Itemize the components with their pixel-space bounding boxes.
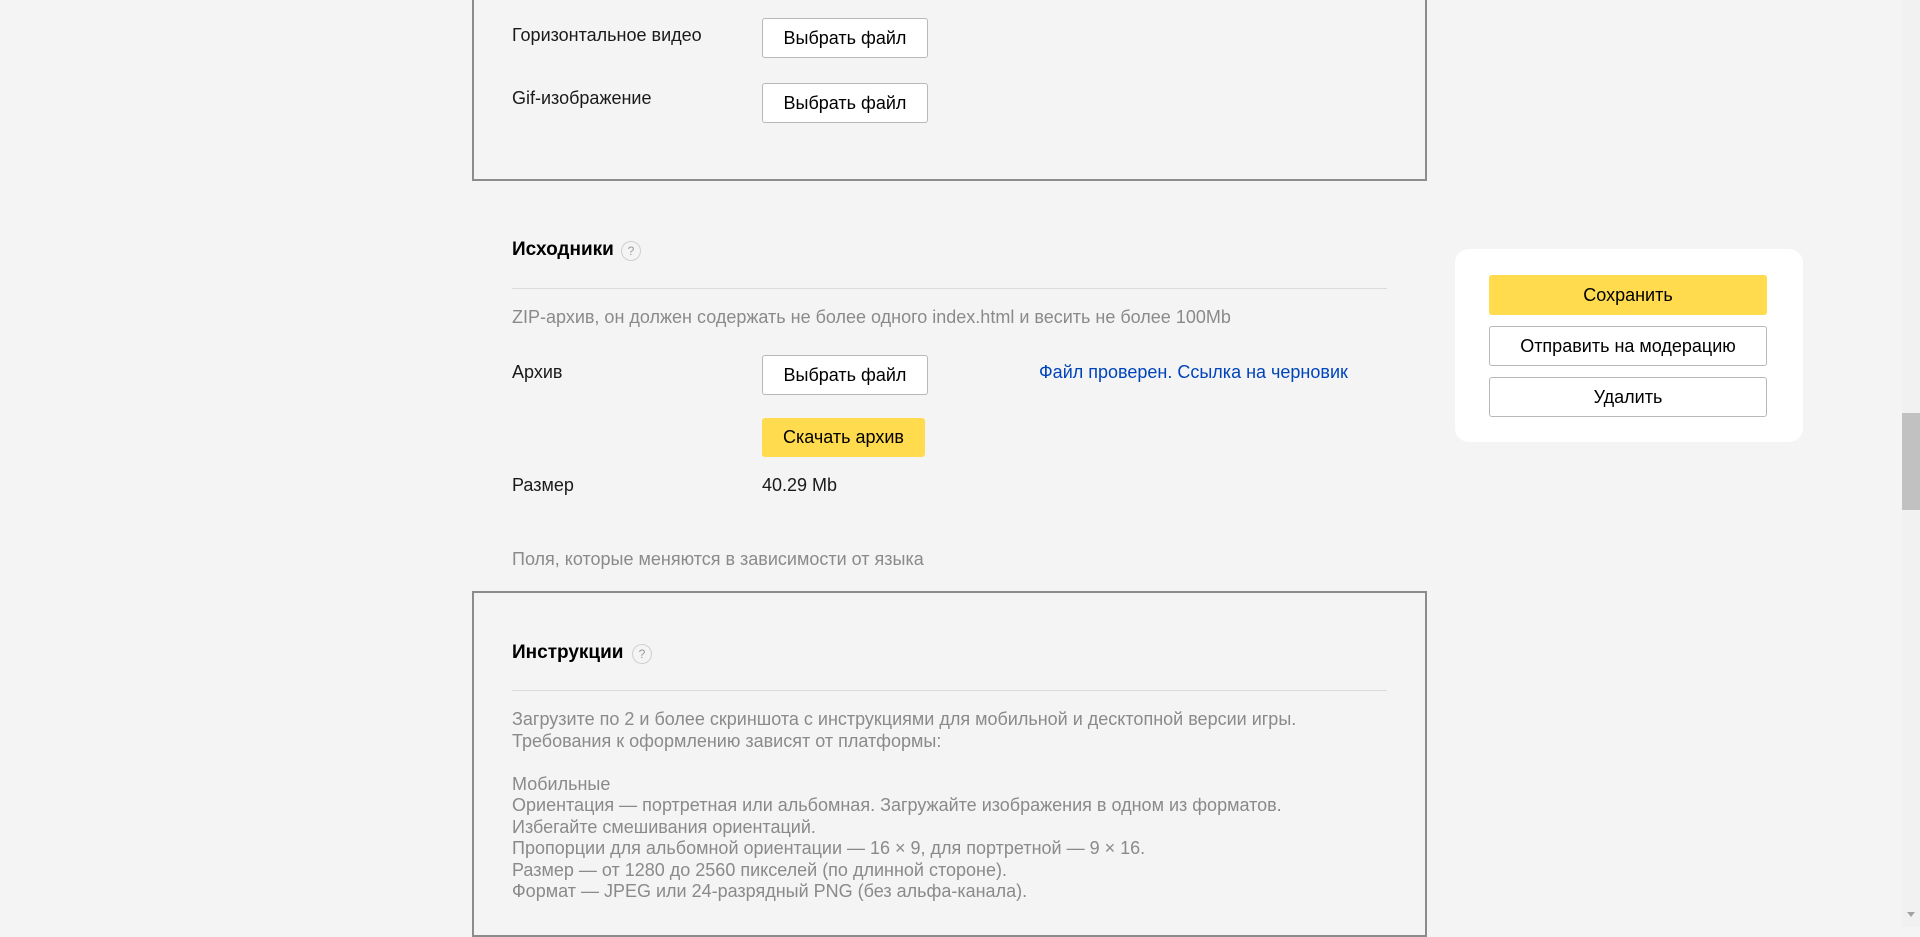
- gif-label: Gif-изображение: [512, 88, 652, 108]
- instructions-divider: [512, 690, 1387, 691]
- instructions-text: Загрузите по 2 и более скриншота с инстр…: [512, 709, 1392, 903]
- archive-label: Архив: [512, 362, 563, 382]
- horizontal-video-label: Горизонтальное видео: [512, 25, 702, 45]
- instructions-help-icon[interactable]: ?: [632, 644, 652, 664]
- download-archive-button[interactable]: Скачать архив: [762, 418, 925, 457]
- size-value: 40.29 Mb: [762, 475, 838, 495]
- instructions-title: Инструкции: [512, 642, 624, 663]
- language-note: Поля, которые меняются в зависимости от …: [512, 549, 924, 569]
- instructions-line: Размер — от 1280 до 2560 пикселей (по дл…: [512, 859, 1007, 880]
- sources-title: Исходники: [512, 239, 614, 260]
- instructions-line: Загрузите по 2 и более скриншота с инстр…: [512, 709, 1297, 729]
- sources-help-icon[interactable]: ?: [621, 241, 641, 261]
- save-button[interactable]: Сохранить: [1489, 275, 1767, 315]
- sources-description: ZIP-архив, он должен содержать не более …: [512, 307, 1231, 327]
- draft-link[interactable]: Файл проверен. Ссылка на черновик: [1039, 362, 1348, 383]
- instructions-line: Формат — JPEG или 24-разрядный PNG (без …: [512, 881, 1028, 901]
- page-scrollbar-thumb[interactable]: [1902, 413, 1920, 510]
- delete-button[interactable]: Удалить: [1489, 377, 1767, 417]
- instructions-line: Пропорции для альбомной ориентации — 16 …: [512, 838, 1146, 858]
- instructions-line: Мобильные: [512, 773, 611, 794]
- size-label: Размер: [512, 475, 574, 495]
- scroll-down-arrow-icon[interactable]: [1907, 912, 1915, 917]
- gif-choose-file-button[interactable]: Выбрать файл: [762, 83, 928, 123]
- instructions-gap: [512, 752, 1392, 774]
- instructions-line: Ориентация — портретная или альбомная. З…: [512, 795, 1282, 815]
- archive-choose-file-button[interactable]: Выбрать файл: [762, 355, 928, 395]
- sources-divider: [512, 288, 1387, 289]
- horizontal-video-choose-file-button[interactable]: Выбрать файл: [762, 18, 928, 58]
- instructions-line: Требования к оформлению зависят от платф…: [512, 730, 942, 751]
- send-to-moderation-button[interactable]: Отправить на модерацию: [1489, 326, 1767, 366]
- instructions-line: Избегайте смешивания ориентаций.: [512, 816, 816, 837]
